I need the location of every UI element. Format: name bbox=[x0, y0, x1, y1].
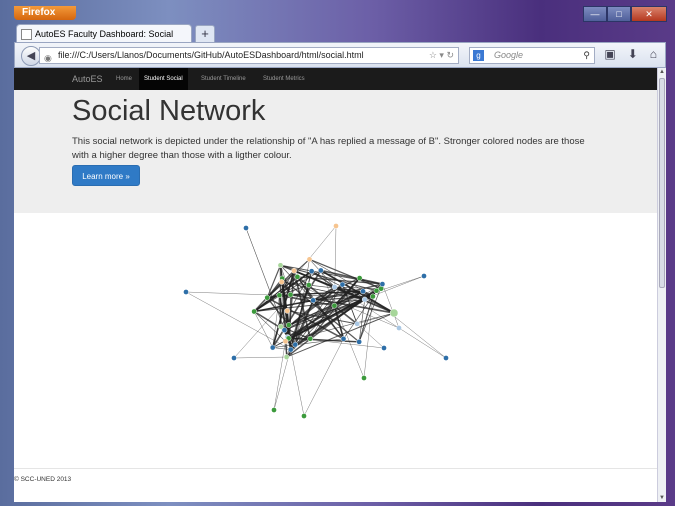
graph-node[interactable] bbox=[373, 287, 380, 294]
graph-node[interactable] bbox=[276, 292, 283, 299]
hero-description: This social network is depicted under th… bbox=[72, 136, 585, 161]
toolbar-icons: ▣ ⬇ ⌂ bbox=[604, 47, 657, 61]
tab-title: AutoES Faculty Dashboard: Social bbox=[35, 29, 174, 39]
site-navbar: AutoES Home Student Social Student Timel… bbox=[14, 68, 657, 90]
graph-node[interactable] bbox=[306, 256, 313, 263]
scroll-down-icon[interactable]: ▼ bbox=[659, 495, 665, 501]
graph-node[interactable] bbox=[278, 279, 285, 285]
nav-home[interactable]: Home bbox=[111, 68, 137, 90]
graph-link bbox=[233, 356, 287, 359]
graph-node[interactable] bbox=[396, 325, 402, 331]
graph-node[interactable] bbox=[331, 284, 338, 290]
graph-node[interactable] bbox=[284, 307, 291, 314]
graph-node[interactable] bbox=[287, 291, 294, 298]
social-network-graph[interactable] bbox=[174, 218, 474, 438]
graph-link bbox=[273, 341, 286, 411]
globe-icon: ◉ bbox=[44, 53, 52, 63]
graph-node[interactable] bbox=[339, 281, 346, 288]
page-icon bbox=[21, 29, 32, 40]
graph-node[interactable] bbox=[370, 293, 376, 300]
page-title: Social Network bbox=[72, 95, 266, 127]
graph-link bbox=[185, 291, 291, 350]
new-tab-button[interactable]: + bbox=[195, 25, 215, 43]
graph-node[interactable] bbox=[287, 346, 294, 353]
graph-node[interactable] bbox=[305, 282, 312, 288]
search-icon[interactable]: ⚲ bbox=[583, 48, 590, 63]
graph-node[interactable] bbox=[294, 273, 301, 280]
nav-student-social[interactable]: Student Social bbox=[139, 68, 188, 90]
graph-node[interactable] bbox=[251, 308, 257, 315]
navigation-toolbar: ◀ ◉ file:///C:/Users/Llanos/Documents/Gi… bbox=[14, 42, 666, 68]
bookmark-star-icon[interactable]: ☆ ▾ ↻ bbox=[429, 48, 454, 63]
graph-node[interactable] bbox=[333, 223, 339, 229]
browser-window: Firefox — □ ✕ AutoES Faculty Dashboard: … bbox=[0, 0, 675, 506]
graph-node[interactable] bbox=[307, 335, 314, 342]
site-brand[interactable]: AutoES bbox=[72, 68, 103, 90]
graph-node[interactable] bbox=[243, 225, 249, 231]
nav-student-metrics[interactable]: Student Metrics bbox=[258, 68, 310, 90]
graph-link bbox=[382, 283, 400, 329]
graph-node[interactable] bbox=[281, 327, 288, 334]
back-arrow-icon[interactable]: ◀ bbox=[21, 46, 41, 66]
graph-node[interactable] bbox=[443, 355, 449, 361]
graph-node[interactable] bbox=[331, 302, 338, 309]
graph-node[interactable] bbox=[361, 375, 367, 381]
graph-node[interactable] bbox=[277, 262, 284, 269]
footer-text: © SCC-UNED 2013 bbox=[14, 476, 72, 483]
scrollbar-thumb[interactable] bbox=[659, 78, 665, 288]
graph-node[interactable] bbox=[356, 275, 363, 281]
graph-node[interactable] bbox=[354, 321, 361, 327]
graph-node[interactable] bbox=[308, 268, 315, 275]
nav-student-timeline[interactable]: Student Timeline bbox=[196, 68, 251, 90]
hero-unit: Social Network This social network is de… bbox=[14, 90, 657, 213]
graph-link bbox=[362, 291, 447, 359]
browser-tab[interactable]: AutoES Faculty Dashboard: Social bbox=[16, 24, 192, 42]
graph-node[interactable] bbox=[301, 413, 307, 419]
search-bar[interactable]: g Google ⚲ bbox=[469, 47, 595, 64]
graph-node[interactable] bbox=[269, 344, 276, 351]
graph-node[interactable] bbox=[285, 322, 292, 328]
graph-node[interactable] bbox=[360, 288, 366, 295]
graph-node[interactable] bbox=[283, 354, 290, 360]
url-bar[interactable]: ◉ file:///C:/Users/Llanos/Documents/GitH… bbox=[39, 47, 459, 64]
graph-node[interactable] bbox=[282, 338, 289, 345]
bookmarks-icon[interactable]: ▣ bbox=[604, 47, 615, 61]
vertical-scrollbar[interactable]: ▲ ▼ bbox=[657, 68, 666, 502]
footer-divider bbox=[14, 468, 657, 469]
maximize-icon[interactable]: □ bbox=[607, 6, 631, 22]
graph-node[interactable] bbox=[421, 273, 427, 279]
graph-node[interactable] bbox=[292, 341, 299, 348]
graph-node[interactable] bbox=[389, 308, 399, 318]
graph-node[interactable] bbox=[264, 294, 271, 301]
graph-node[interactable] bbox=[379, 281, 386, 287]
graph-node[interactable] bbox=[310, 297, 317, 304]
graph-node[interactable] bbox=[231, 355, 237, 361]
home-icon[interactable]: ⌂ bbox=[650, 47, 657, 61]
minimize-icon[interactable]: — bbox=[583, 6, 607, 22]
graph-node[interactable] bbox=[291, 267, 297, 274]
graph-link bbox=[303, 338, 344, 417]
graph-node[interactable] bbox=[381, 345, 387, 351]
search-placeholder: Google bbox=[494, 50, 524, 60]
page-content: AutoES Home Student Social Student Timel… bbox=[14, 68, 657, 502]
graph-node[interactable] bbox=[356, 339, 362, 345]
url-text: file:///C:/Users/Llanos/Documents/GitHub… bbox=[58, 50, 364, 60]
close-icon[interactable]: ✕ bbox=[631, 6, 667, 22]
download-arrow-icon[interactable]: ⬇ bbox=[628, 47, 638, 61]
graph-node[interactable] bbox=[271, 407, 277, 413]
graph-link bbox=[185, 291, 280, 296]
scroll-up-icon[interactable]: ▲ bbox=[659, 69, 665, 75]
graph-node[interactable] bbox=[340, 335, 347, 342]
graph-node[interactable] bbox=[183, 289, 189, 295]
graph-node[interactable] bbox=[361, 296, 368, 303]
firefox-menu-button[interactable]: Firefox bbox=[14, 6, 76, 20]
window-controls: — □ ✕ bbox=[583, 6, 667, 22]
google-icon: g bbox=[473, 50, 484, 61]
learn-more-button[interactable]: Learn more » bbox=[72, 165, 140, 186]
graph-node[interactable] bbox=[317, 267, 324, 274]
